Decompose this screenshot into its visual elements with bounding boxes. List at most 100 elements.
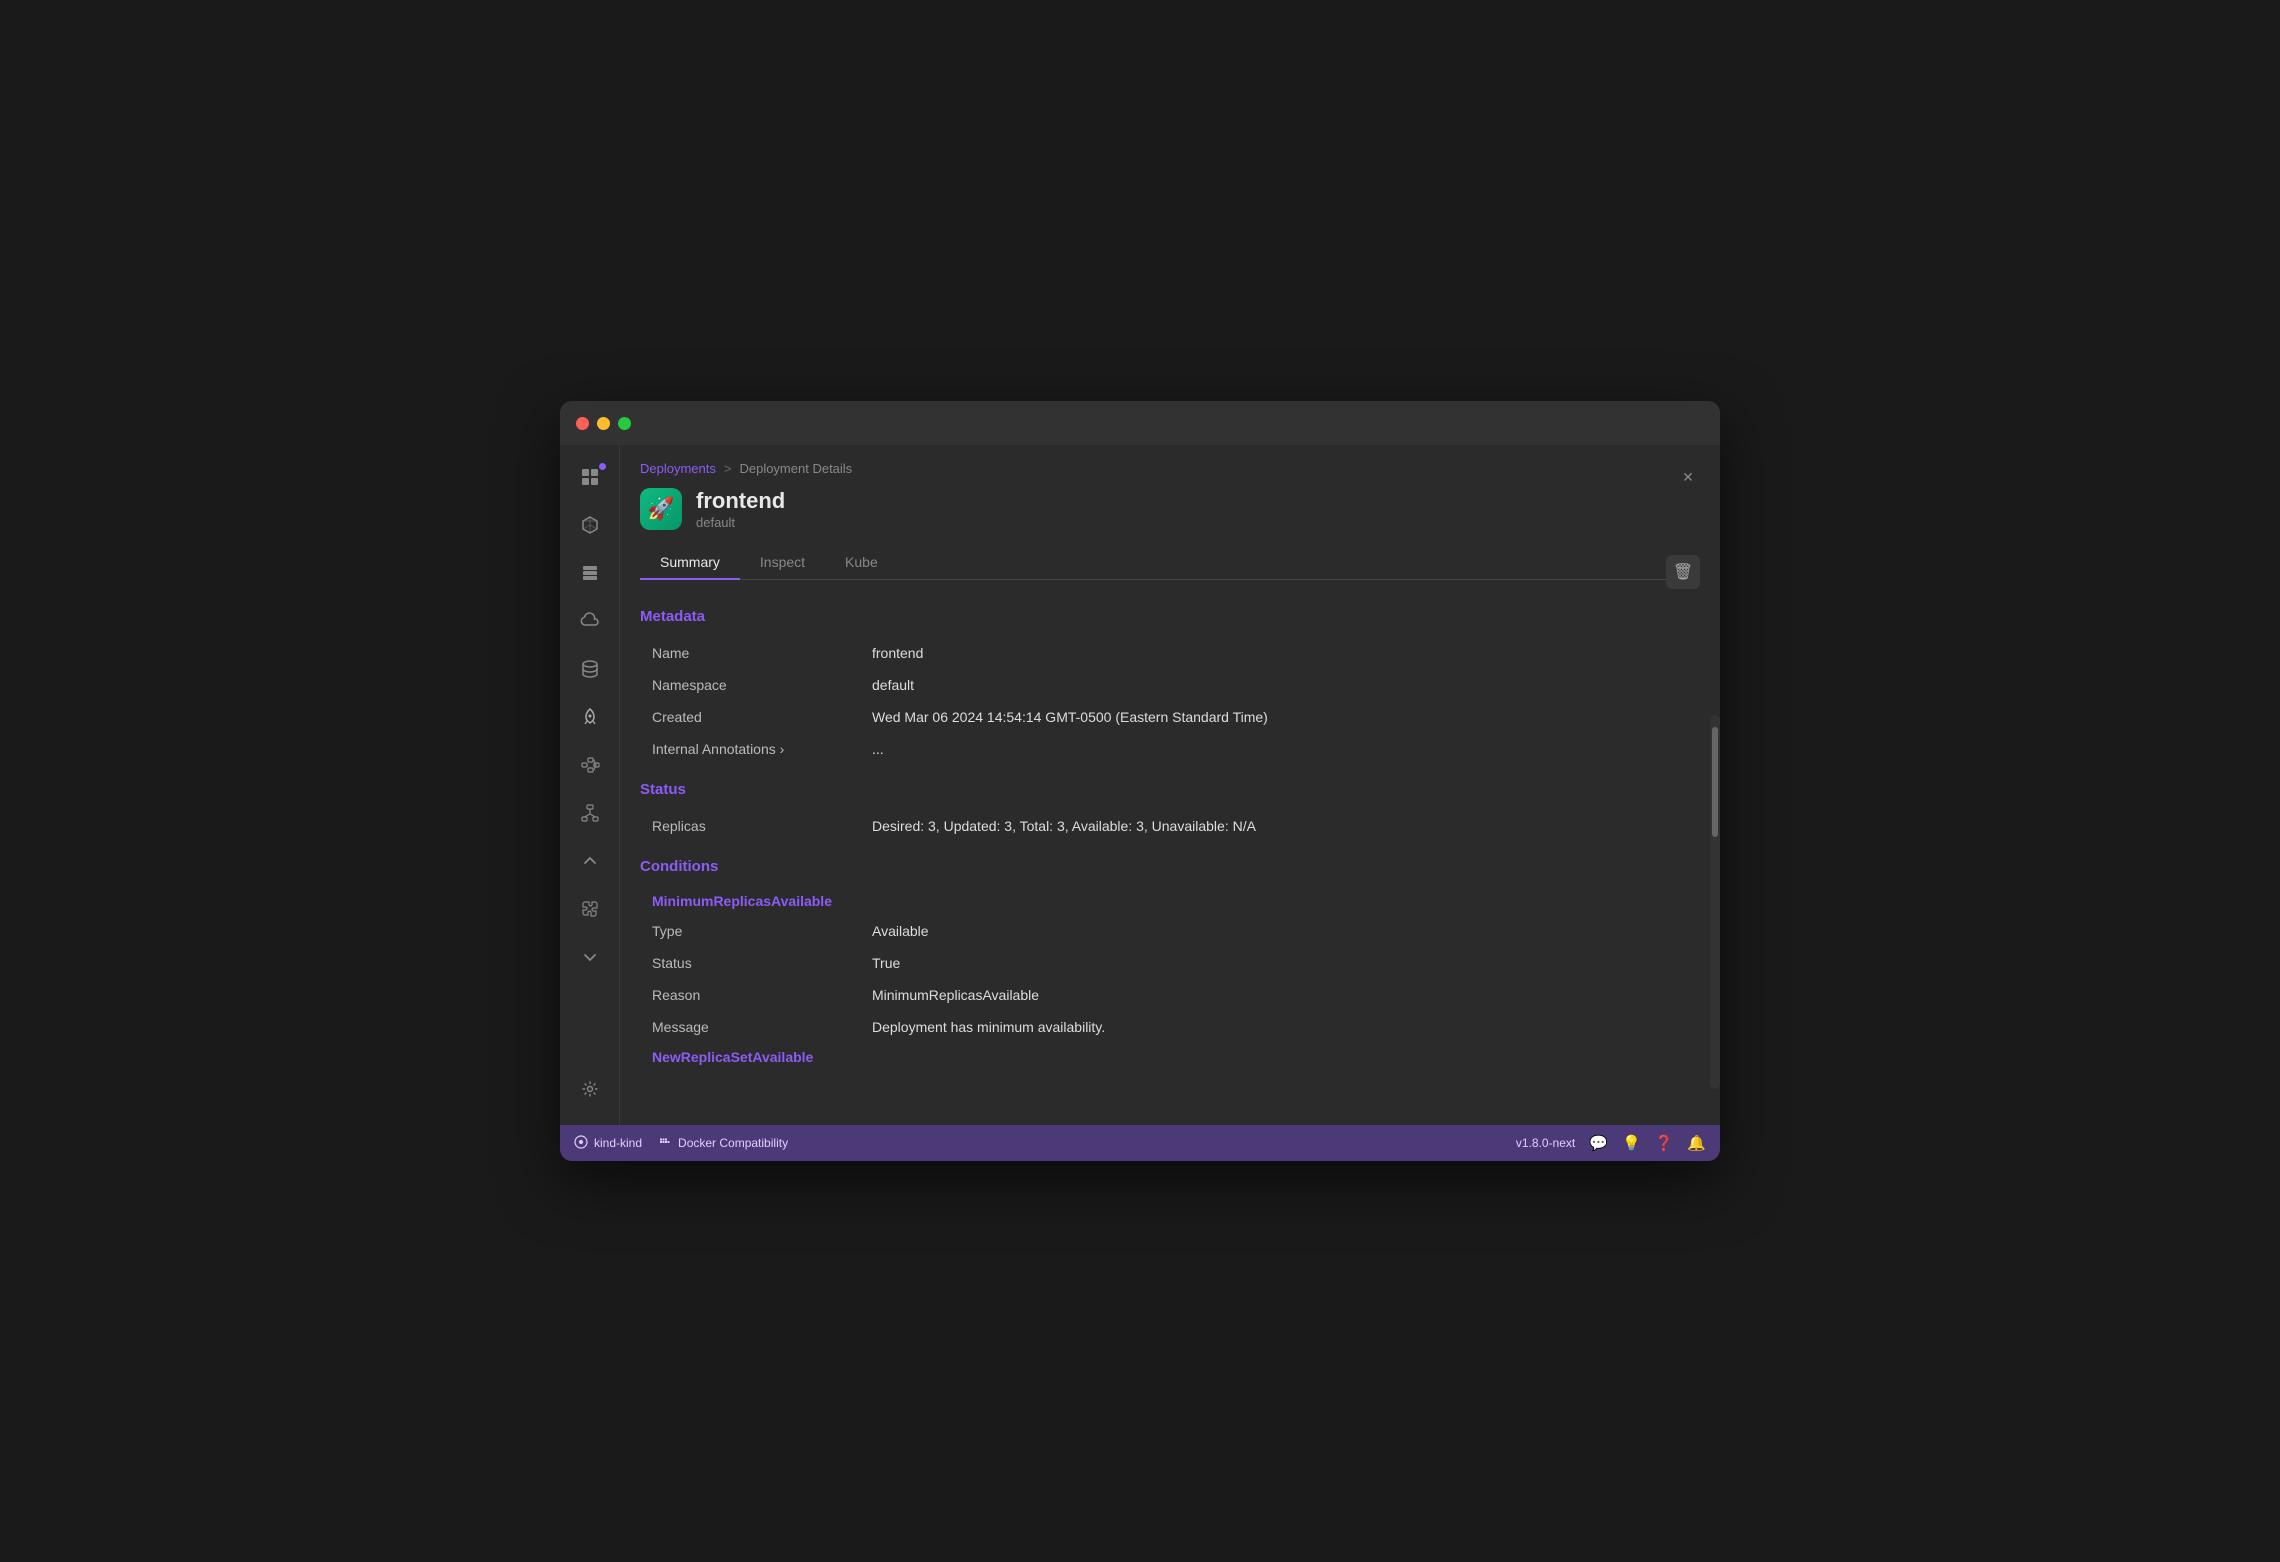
sidebar-icon-puzzle[interactable] [568,889,612,933]
sidebar-icon-cloud[interactable] [568,601,612,645]
panel-body: Metadata Name frontend Namespace default… [620,580,1720,1125]
field-type-value: Available [872,923,1688,939]
main-window: Deployments > Deployment Details 🚀 front… [560,401,1720,1161]
sidebar-icon-settings[interactable] [568,1069,612,1113]
scrollbar-thumb[interactable] [1712,727,1718,837]
question-icon[interactable]: ❓ [1655,1134,1674,1152]
maximize-button[interactable] [618,417,631,430]
field-namespace-label: Namespace [652,677,872,693]
sidebar-icon-collapse[interactable] [568,841,612,885]
field-namespace: Namespace default [640,669,1700,701]
tab-inspect[interactable]: Inspect [740,546,825,580]
sidebar-icon-diagram[interactable] [568,745,612,789]
gear-icon [580,1079,600,1104]
breadcrumb-separator: > [724,461,732,476]
app-header: 🚀 frontend default 🗑 [640,488,1700,530]
delete-button[interactable]: 🗑 [1666,555,1700,589]
field-message: Message Deployment has minimum availabil… [640,1011,1700,1043]
sidebar-icon-rocket[interactable] [568,697,612,741]
content-area: Deployments > Deployment Details 🚀 front… [620,445,1720,1125]
traffic-lights [576,417,631,430]
network-icon [580,803,600,828]
grid-icon [580,467,600,492]
bulb-icon[interactable]: 💡 [1622,1134,1641,1152]
field-created-value: Wed Mar 06 2024 14:54:14 GMT-0500 (Easte… [872,709,1688,725]
close-panel-button[interactable]: ✕ [1676,465,1700,489]
scrollbar-track[interactable] [1710,715,1720,1089]
status-right: v1.8.0-next 💬 💡 ❓ 🔔 [1516,1134,1706,1152]
status-section-title: Status [640,781,1700,798]
sidebar-icon-expand[interactable] [568,937,612,981]
status-cluster[interactable]: kind-kind [574,1135,642,1152]
field-namespace-value: default [872,677,1688,693]
main-layout: Deployments > Deployment Details 🚀 front… [560,445,1720,1125]
field-reason-label: Reason [652,987,872,1003]
cube-icon [580,515,600,540]
stack-icon [580,563,600,588]
status-bar: kind-kind Docker Compatibility v1.8.0-ne… [560,1125,1720,1161]
truncated-new-replica-set: NewReplicaSetAvailable [640,1043,1700,1071]
title-bar [560,401,1720,445]
conditions-section-title: Conditions [640,858,1700,875]
breadcrumb-deployments-link[interactable]: Deployments [640,461,716,476]
sidebar-icon-database[interactable] [568,649,612,693]
diagram-icon [580,755,600,780]
close-button[interactable] [576,417,589,430]
field-annotations[interactable]: Internal Annotations › ... [640,733,1700,765]
field-replicas-value: Desired: 3, Updated: 3, Total: 3, Availa… [872,818,1688,834]
cluster-name: kind-kind [594,1136,642,1150]
database-icon [580,659,600,684]
field-message-label: Message [652,1019,872,1035]
field-status: Status True [640,947,1700,979]
field-name: Name frontend [640,637,1700,669]
sidebar-icon-grid[interactable] [568,457,612,501]
field-name-label: Name [652,645,872,661]
tab-bar: Summary Inspect Kube [640,546,1700,580]
puzzle-icon [580,899,600,924]
sidebar-badge [599,463,606,470]
field-reason: Reason MinimumReplicasAvailable [640,979,1700,1011]
chevron-down-icon [582,949,598,970]
field-replicas-label: Replicas [652,818,872,834]
rocket-icon [580,707,600,732]
panel-header: Deployments > Deployment Details 🚀 front… [620,445,1720,580]
breadcrumb: Deployments > Deployment Details [640,461,1700,476]
field-status-label: Status [652,955,872,971]
cloud-icon [580,611,600,636]
field-reason-value: MinimumReplicasAvailable [872,987,1688,1003]
version-text: v1.8.0-next [1516,1136,1575,1150]
tab-kube[interactable]: Kube [825,546,898,580]
sidebar-icon-cube[interactable] [568,505,612,549]
field-annotations-value: ... [872,741,1688,757]
bell-icon[interactable]: 🔔 [1687,1134,1706,1152]
status-left: kind-kind Docker Compatibility [574,1135,1500,1152]
cluster-icon [574,1135,588,1152]
app-namespace: default [696,515,1700,530]
sidebar [560,445,620,1125]
x-icon: ✕ [1682,469,1694,486]
breadcrumb-current: Deployment Details [739,461,852,476]
trash-icon: 🗑 [1673,562,1693,582]
field-annotations-label: Internal Annotations › [652,741,872,757]
minimize-button[interactable] [597,417,610,430]
tab-summary[interactable]: Summary [640,546,740,580]
field-created-label: Created [652,709,872,725]
docker-icon [658,1135,672,1152]
subsection-minimum-replicas: MinimumReplicasAvailable [640,887,1700,915]
field-name-value: frontend [872,645,1688,661]
status-docker[interactable]: Docker Compatibility [658,1135,788,1152]
app-name: frontend [696,488,1700,514]
sidebar-icon-stack[interactable] [568,553,612,597]
field-created: Created Wed Mar 06 2024 14:54:14 GMT-050… [640,701,1700,733]
field-type-label: Type [652,923,872,939]
field-type: Type Available [640,915,1700,947]
field-status-value: True [872,955,1688,971]
chat-icon[interactable]: 💬 [1589,1134,1608,1152]
field-replicas: Replicas Desired: 3, Updated: 3, Total: … [640,810,1700,842]
chevron-up-icon [582,853,598,874]
app-title-group: frontend default [696,488,1700,529]
sidebar-icon-network[interactable] [568,793,612,837]
field-message-value: Deployment has minimum availability. [872,1019,1688,1035]
app-icon: 🚀 [640,488,682,530]
docker-label: Docker Compatibility [678,1136,788,1150]
